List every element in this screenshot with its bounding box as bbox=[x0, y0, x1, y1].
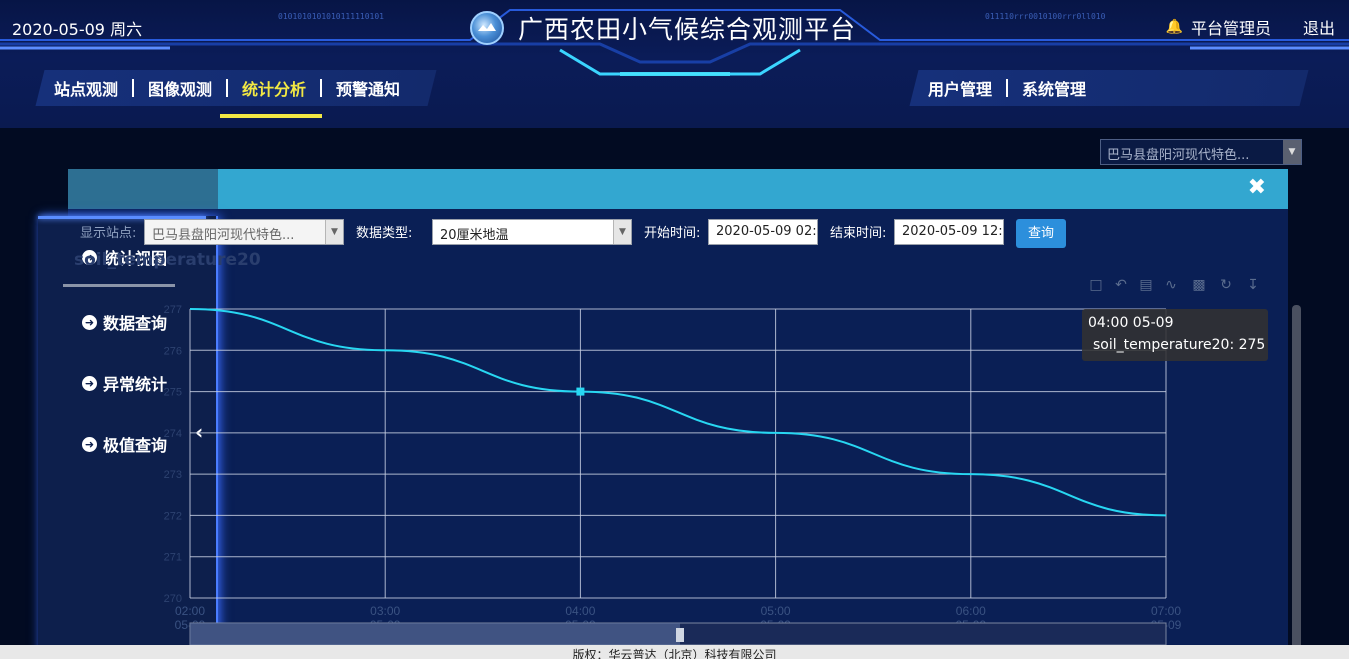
nav-system-management[interactable]: 系统管理 bbox=[1008, 76, 1100, 100]
refresh-icon[interactable]: ↻ bbox=[1217, 276, 1235, 294]
data-view-icon[interactable]: ▤ bbox=[1137, 276, 1155, 294]
top-header: 0101010101010111110101 011110rrr0010100r… bbox=[0, 0, 1349, 128]
arrow-right-circle-icon: ➜ bbox=[82, 436, 97, 452]
y-tick-label: 271 bbox=[164, 552, 182, 564]
side-item-anomaly-stat[interactable]: ➜ 异常统计 bbox=[82, 371, 167, 395]
x-tick-label: 06:00 bbox=[956, 604, 986, 618]
collapse-chevron-icon[interactable]: ‹ bbox=[195, 420, 203, 444]
chevron-down-icon: ▼ bbox=[325, 220, 343, 244]
modal-header: ✖ bbox=[68, 169, 1288, 209]
nav-station-observe[interactable]: 站点观测 bbox=[40, 76, 132, 100]
modal-scrollbar[interactable] bbox=[1292, 305, 1301, 659]
y-tick-label: 273 bbox=[164, 469, 182, 481]
modal-header-left bbox=[68, 169, 218, 209]
zoom-reset-icon[interactable]: ↶ bbox=[1112, 276, 1130, 294]
bar-chart-icon[interactable]: ▩ bbox=[1190, 276, 1208, 294]
chart-points bbox=[576, 387, 585, 396]
side-item-label: 异常统计 bbox=[103, 375, 168, 394]
data-type-select[interactable]: 20厘米地温 ▼ bbox=[432, 219, 632, 245]
user-name[interactable]: 平台管理员 bbox=[1191, 15, 1271, 39]
zoom-icon[interactable]: □ bbox=[1087, 276, 1105, 294]
side-item-label: 数据查询 bbox=[103, 314, 168, 333]
main-nav: 站点观测 图像观测 统计分析 预警通知 bbox=[35, 70, 437, 106]
y-tick-label: 272 bbox=[164, 510, 182, 522]
line-chart-icon[interactable]: ∿ bbox=[1162, 276, 1180, 294]
side-item-extreme-query[interactable]: ➜ 极值查询 bbox=[82, 432, 167, 456]
chevron-down-icon: ▼ bbox=[613, 220, 631, 244]
side-item-label: 极值查询 bbox=[103, 436, 168, 455]
binary-decoration-left: 0101010101010111110101 bbox=[278, 12, 384, 21]
x-tick-label: 02:00 bbox=[175, 604, 205, 618]
platform-title: 广西农田小气候综合观测平台 bbox=[518, 15, 857, 44]
x-tick-label: 04:00 bbox=[565, 604, 595, 618]
platform-logo-icon bbox=[470, 11, 504, 45]
station-select-value: 巴马县盘阳河现代特色... bbox=[152, 228, 295, 243]
data-type-value: 20厘米地温 bbox=[440, 228, 509, 243]
datazoom-window[interactable] bbox=[190, 623, 680, 645]
x-tick-label: 03:00 bbox=[370, 604, 400, 618]
side-menu-divider bbox=[63, 284, 175, 287]
arrow-right-circle-icon: ➜ bbox=[82, 375, 97, 391]
nav-warning[interactable]: 预警通知 bbox=[322, 76, 414, 100]
nav-user-management[interactable]: 用户管理 bbox=[914, 76, 1006, 100]
start-time-input[interactable]: 2020-05-09 02:00 bbox=[708, 219, 818, 245]
current-date: 2020-05-09 周六 bbox=[12, 20, 143, 39]
active-nav-underline bbox=[220, 114, 322, 118]
tooltip-time: 04:00 05-09 bbox=[1088, 315, 1174, 331]
start-time-label: 开始时间: bbox=[644, 226, 701, 241]
end-time-input[interactable]: 2020-05-09 12:00 bbox=[894, 219, 1004, 245]
chevron-down-icon: ▼ bbox=[1283, 140, 1301, 164]
tooltip-value: soil_temperature20: 275 bbox=[1093, 337, 1266, 353]
y-tick-label: 277 bbox=[164, 304, 182, 316]
nav-image-observe[interactable]: 图像观测 bbox=[134, 76, 226, 100]
bell-icon[interactable]: 🔔 bbox=[1166, 19, 1183, 35]
y-tick-label: 274 bbox=[164, 428, 182, 440]
binary-decoration-right: 011110rrr0010100rrr0ll010 bbox=[985, 12, 1106, 21]
y-tick-label: 276 bbox=[164, 345, 182, 357]
nav-statistics[interactable]: 统计分析 bbox=[228, 76, 320, 100]
chart-title: soil_temperature20 bbox=[74, 250, 261, 270]
data-type-label: 数据类型: bbox=[356, 226, 413, 241]
query-button[interactable]: 查询 bbox=[1016, 219, 1066, 248]
admin-nav: 用户管理 系统管理 bbox=[909, 70, 1309, 106]
download-icon[interactable]: ↧ bbox=[1244, 276, 1262, 294]
station-select[interactable]: 巴马县盘阳河现代特色... ▼ bbox=[144, 219, 344, 245]
footer-copyright: 版权：华云普达（北京）科技有限公司 bbox=[0, 645, 1349, 659]
title-area: 广西农田小气候综合观测平台 bbox=[470, 8, 890, 48]
tooltip-row: soil_temperature20: 275 bbox=[1088, 337, 1266, 353]
station-label: 显示站点: bbox=[80, 226, 137, 241]
close-icon[interactable]: ✖ bbox=[1248, 175, 1266, 200]
y-tick-label: 275 bbox=[164, 387, 182, 399]
highlight-point bbox=[576, 387, 585, 396]
side-item-data-query[interactable]: ➜ 数据查询 bbox=[82, 310, 167, 334]
user-area: 🔔 平台管理员 退出 bbox=[1166, 15, 1335, 39]
end-time-label: 结束时间: bbox=[830, 226, 887, 241]
x-tick-label: 07:00 bbox=[1151, 604, 1181, 618]
chart-tooltip: 04:00 05-09 soil_temperature20: 275 bbox=[1082, 309, 1268, 361]
x-tick-label: 05:00 bbox=[761, 604, 791, 618]
arrow-right-circle-icon: ➜ bbox=[82, 314, 97, 330]
logout-link[interactable]: 退出 bbox=[1303, 15, 1335, 39]
background-station-value: 巴马县盘阳河现代特色... bbox=[1107, 148, 1250, 163]
datazoom-handle[interactable] bbox=[676, 628, 684, 642]
background-station-select[interactable]: 巴马县盘阳河现代特色... ▼ bbox=[1100, 139, 1302, 165]
